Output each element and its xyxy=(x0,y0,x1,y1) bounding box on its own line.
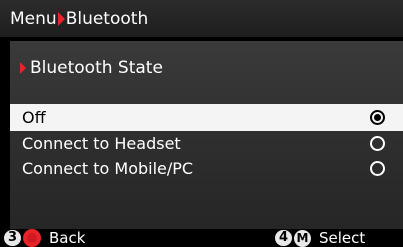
title-bar: Menu Bluetooth xyxy=(0,0,403,37)
footer-bar: 3 Back 4 M Select xyxy=(0,229,403,247)
m-button-icon: M xyxy=(294,229,311,247)
select-number-badge: 4 xyxy=(275,230,292,246)
radio-icon[interactable] xyxy=(370,161,385,176)
option-off[interactable]: Off xyxy=(10,104,403,131)
select-label: Select xyxy=(319,229,366,247)
option-list: Off Connect to Headset Connect to Mobile… xyxy=(10,104,403,181)
radio-selected-icon[interactable] xyxy=(370,110,385,125)
back-button[interactable]: 3 Back xyxy=(4,229,85,247)
breadcrumb-menu[interactable]: Menu xyxy=(10,8,57,30)
settings-panel: Bluetooth State Off Connect to Headset C… xyxy=(10,41,403,229)
option-connect-headset[interactable]: Connect to Headset xyxy=(10,131,403,156)
option-label: Connect to Headset xyxy=(22,134,181,153)
screen: Menu Bluetooth Bluetooth State Off Conne… xyxy=(0,0,403,247)
radio-icon[interactable] xyxy=(370,136,385,151)
option-label: Connect to Mobile/PC xyxy=(22,159,194,178)
breadcrumb: Menu Bluetooth xyxy=(10,8,148,30)
red-button-icon xyxy=(23,229,41,247)
section-title: Bluetooth State xyxy=(30,58,163,78)
breadcrumb-arrow-icon xyxy=(57,12,65,26)
option-label: Off xyxy=(22,108,46,127)
option-connect-mobile-pc[interactable]: Connect to Mobile/PC xyxy=(10,156,403,181)
section-header: Bluetooth State xyxy=(19,57,163,79)
back-number-badge: 3 xyxy=(4,230,21,246)
section-arrow-icon xyxy=(20,62,26,74)
back-label: Back xyxy=(49,229,86,247)
select-button[interactable]: 4 M Select xyxy=(275,229,365,247)
breadcrumb-current: Bluetooth xyxy=(65,9,149,29)
